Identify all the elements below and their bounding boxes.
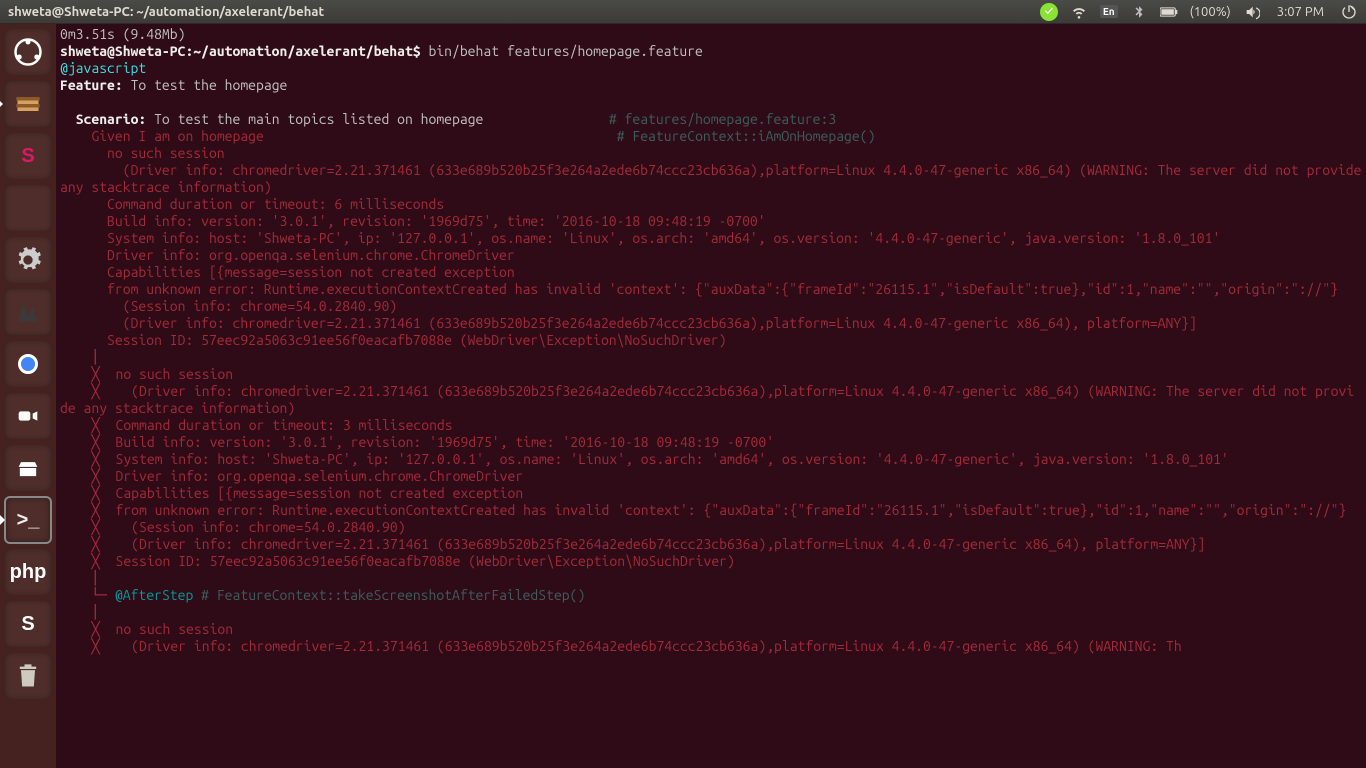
err-line: from unknown error: Runtime.executionCon…	[115, 502, 1346, 518]
slack-icon[interactable]: S	[4, 132, 52, 180]
trash-icon[interactable]	[4, 652, 52, 700]
chrome-icon[interactable]	[4, 340, 52, 388]
tree-end: └─	[60, 587, 115, 603]
terminal-icon[interactable]: >_	[4, 496, 52, 544]
tree-cross: ╳	[60, 519, 115, 535]
err-line: (Driver info: chromedriver=2.21.371461 (…	[115, 638, 1181, 654]
terminal-output[interactable]: 0m3.51s (9.48Mb) shweta@Shweta-PC:~/auto…	[56, 24, 1366, 768]
given-keyword: Given	[60, 128, 138, 144]
timing-line: 0m3.51s (9.48Mb)	[60, 26, 185, 42]
err-line: (Driver info: chromedriver=2.21.371461 (…	[60, 383, 1354, 416]
err-line: Session ID: 57eec92a5063c91ee56f0eacafb7…	[115, 553, 734, 569]
err-line: Command duration or timeout: 3 milliseco…	[115, 417, 452, 433]
bluetooth-icon[interactable]	[1130, 3, 1148, 21]
shutdown-icon[interactable]	[1340, 3, 1358, 21]
tree-cross: ╳	[60, 502, 115, 518]
err-line: Driver info: org.openqa.selenium.chrome.…	[115, 468, 523, 484]
tree-cross: ╳	[60, 638, 115, 654]
firefox-icon[interactable]	[4, 184, 52, 232]
err-line: from unknown error: Runtime.executionCon…	[60, 281, 1338, 297]
tree-cross: ╳	[60, 366, 115, 382]
command: bin/behat features/homepage.feature	[428, 43, 702, 59]
feature-title: To test the homepage	[123, 77, 288, 93]
skype-icon[interactable]: S	[4, 600, 52, 648]
err-line: Driver info: org.openqa.selenium.chrome.…	[60, 247, 515, 263]
err-line: Session ID: 57eec92a5063c91ee56f0eacafb7…	[60, 332, 726, 348]
tree-cross: ╳	[60, 553, 115, 569]
scenario-keyword: Scenario:	[60, 111, 146, 127]
tree-bar: │	[60, 570, 99, 586]
behat-tag: @javascript	[60, 60, 146, 76]
err-line: no such session	[115, 366, 233, 382]
err-line: Capabilities [{message=session not creat…	[60, 264, 515, 280]
tree-bar: │	[60, 604, 99, 620]
feature-keyword: Feature:	[60, 77, 123, 93]
scenario-comment: # features/homepage.feature:3	[609, 111, 836, 127]
tree-cross: ╳	[60, 434, 115, 450]
err-line: no such session	[115, 621, 233, 637]
unity-launcher: S >_ php S	[0, 24, 56, 768]
scenario-title: To test the main topics listed on homepa…	[146, 111, 483, 127]
tree-cross: ╳	[60, 451, 115, 467]
system-tray: ✓ En (100%) 3:07 PM	[1040, 3, 1358, 21]
err-line: (Driver info: chromedriver=2.21.371461 (…	[115, 536, 1205, 552]
tree-cross: ╳	[60, 417, 115, 433]
err-line: System info: host: 'Shweta-PC', ip: '127…	[60, 230, 1220, 246]
tree-cross: ╳	[60, 485, 115, 501]
zoom-icon[interactable]	[4, 392, 52, 440]
settings-icon[interactable]	[4, 236, 52, 284]
given-step: I am on homepage	[138, 128, 263, 144]
err-line: Build info: version: '3.0.1', revision: …	[60, 213, 766, 229]
phpstorm-icon[interactable]: php	[4, 548, 52, 596]
clock[interactable]: 3:07 PM	[1277, 5, 1324, 19]
err-line: Build info: version: '3.0.1', revision: …	[115, 434, 774, 450]
tree-cross: ╳	[60, 468, 115, 484]
battery-percent: (100%)	[1190, 5, 1231, 19]
battery-icon[interactable]	[1160, 3, 1178, 21]
given-comment: # FeatureContext::iAmOnHomepage()	[617, 128, 876, 144]
tree-bar: │	[60, 349, 99, 365]
err-line: no such session	[60, 145, 225, 161]
err-line: (Session info: chrome=54.0.2840.90)	[60, 298, 397, 314]
dash-icon[interactable]	[4, 28, 52, 76]
gimp-icon[interactable]	[4, 288, 52, 336]
keyboard-layout-indicator[interactable]: En	[1100, 5, 1118, 18]
err-line: Capabilities [{message=session not creat…	[115, 485, 523, 501]
top-menubar: shweta@Shweta-PC: ~/automation/axelerant…	[0, 0, 1366, 24]
window-title: shweta@Shweta-PC: ~/automation/axelerant…	[8, 5, 1040, 19]
volume-icon[interactable]	[1243, 3, 1261, 21]
tree-cross: ╳	[60, 621, 115, 637]
afterstep-keyword: @AfterStep	[115, 587, 193, 603]
update-indicator-icon[interactable]: ✓	[1040, 3, 1058, 21]
err-line: System info: host: 'Shweta-PC', ip: '127…	[115, 451, 1228, 467]
err-line: (Session info: chrome=54.0.2840.90)	[115, 519, 405, 535]
afterstep-comment: # FeatureContext::takeScreenshotAfterFai…	[193, 587, 585, 603]
tree-cross: ╳	[60, 383, 115, 399]
files-icon[interactable]	[4, 80, 52, 128]
tree-cross: ╳	[60, 536, 115, 552]
err-line: Command duration or timeout: 6 milliseco…	[60, 196, 444, 212]
err-line: (Driver info: chromedriver=2.21.371461 (…	[60, 162, 1366, 195]
wifi-icon[interactable]	[1070, 3, 1088, 21]
err-line: (Driver info: chromedriver=2.21.371461 (…	[60, 315, 1197, 331]
software-center-icon[interactable]	[4, 444, 52, 492]
shell-prompt: shweta@Shweta-PC:~/automation/axelerant/…	[60, 43, 428, 59]
